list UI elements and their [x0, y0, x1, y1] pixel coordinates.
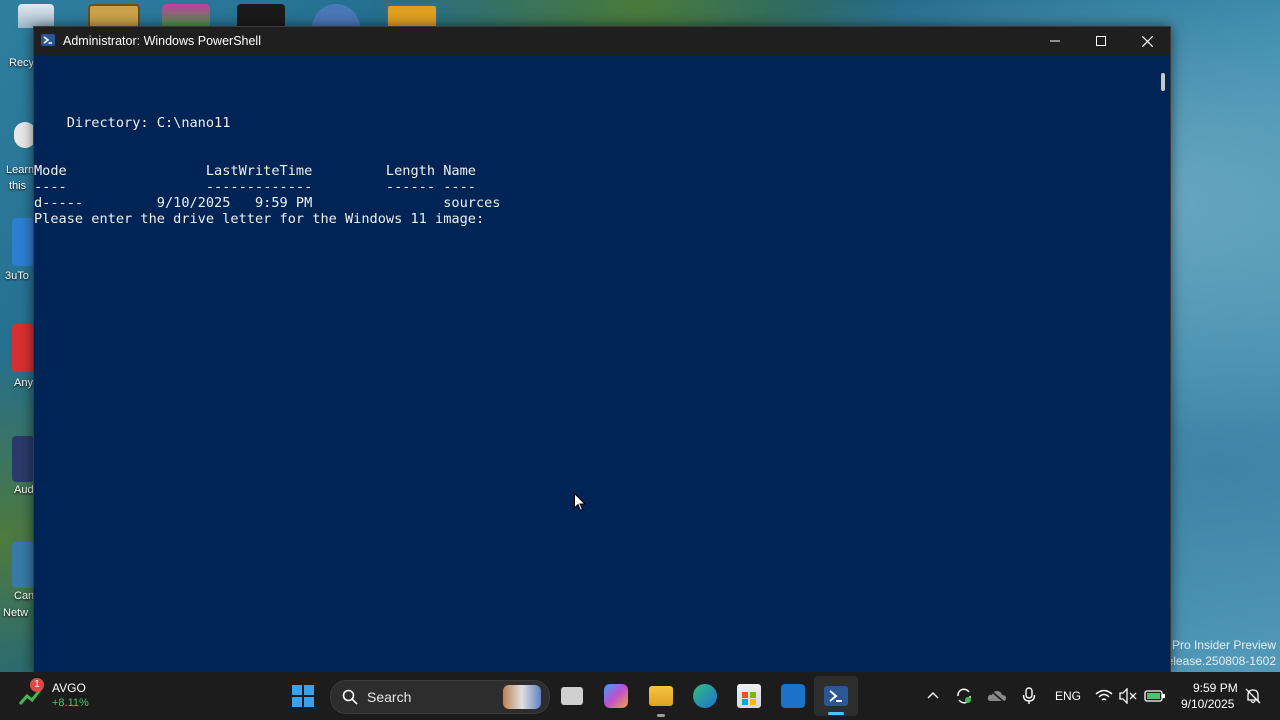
store-tile: [742, 699, 748, 705]
desktop-label[interactable]: 3uTo: [5, 270, 29, 282]
recycle-bin-icon[interactable]: [18, 4, 54, 28]
stock-ticker: AVGO: [52, 681, 86, 695]
wifi-icon[interactable]: [1095, 689, 1113, 703]
desktop-label[interactable]: Netw: [3, 607, 28, 619]
clock-date[interactable]: 9/10/2025: [1181, 697, 1234, 711]
stock-badge: 1: [30, 678, 44, 692]
clock-time[interactable]: 9:59 PM: [1193, 681, 1238, 695]
minimize-button[interactable]: [1032, 27, 1078, 55]
window-title: Administrator: Windows PowerShell: [63, 34, 261, 48]
search-highlight-icon: [503, 685, 541, 709]
windows-watermark: Pro Insider Preview elease.250808-1602: [1167, 638, 1276, 668]
console-scrollbar[interactable]: [1156, 55, 1170, 673]
search-icon: [342, 689, 358, 705]
stock-change: +8.11%: [52, 697, 89, 709]
desktop-app-icon[interactable]: [12, 542, 34, 588]
active-indicator: [828, 712, 844, 715]
desktop-label[interactable]: Any: [14, 377, 33, 389]
search-label: Search: [367, 689, 412, 705]
console-output[interactable]: Directory: C:\nano11 Mode LastWriteTime …: [34, 55, 1156, 673]
language-indicator[interactable]: ENG: [1055, 689, 1081, 703]
console-line-prompt: Please enter the drive letter for the Wi…: [34, 211, 485, 227]
windows-start-icon[interactable]: [291, 684, 315, 708]
task-view-icon[interactable]: [561, 687, 583, 705]
maximize-icon: [1096, 36, 1106, 46]
stock-widget[interactable]: 1 AVGO +8.11%: [18, 678, 98, 714]
outlook-icon[interactable]: [781, 684, 805, 708]
maximize-button[interactable]: [1078, 27, 1124, 55]
desktop-label[interactable]: Recy: [9, 57, 34, 69]
desktop-app-icon[interactable]: [12, 218, 34, 266]
desktop-label[interactable]: Learn: [6, 164, 34, 176]
powershell-icon: [41, 34, 55, 46]
microphone-icon[interactable]: [1022, 687, 1036, 705]
taskbar-powershell-button[interactable]: [814, 676, 858, 716]
desktop-label[interactable]: Can: [14, 590, 34, 602]
desktop-app-icon[interactable]: [12, 436, 34, 482]
watermark-line: Pro Insider Preview: [1171, 638, 1276, 652]
running-indicator: [657, 714, 665, 717]
watermark-line: elease.250808-1602: [1166, 654, 1276, 668]
onedrive-offline-icon[interactable]: [987, 688, 1007, 704]
desktop-app-icon[interactable]: [312, 4, 360, 28]
notification-bell-icon[interactable]: [1245, 688, 1261, 704]
window-titlebar[interactable]: Administrator: Windows PowerShell: [34, 27, 1170, 55]
desktop-label[interactable]: this: [9, 180, 26, 192]
store-tile: [750, 699, 756, 705]
speaker-muted-icon[interactable]: [1119, 688, 1137, 704]
console-line-row: d----- 9/10/2025 9:59 PM sources: [34, 195, 501, 211]
minimize-icon: [1050, 40, 1060, 42]
sync-icon[interactable]: [955, 687, 973, 705]
store-tile: [750, 692, 756, 698]
mouse-cursor-icon: [574, 493, 586, 512]
scrollbar-thumb[interactable]: [1161, 73, 1165, 91]
store-tile: [742, 692, 748, 698]
close-button[interactable]: [1124, 27, 1170, 55]
taskbar-search-box[interactable]: Search: [330, 680, 550, 714]
nvidia-icon[interactable]: [237, 4, 285, 28]
powershell-icon: [824, 686, 848, 706]
copilot-icon[interactable]: [604, 684, 628, 708]
desktop-app-icon[interactable]: [12, 324, 34, 372]
powershell-window[interactable]: Administrator: Windows PowerShell Direct…: [33, 26, 1171, 674]
microsoft-store-icon[interactable]: [737, 684, 761, 708]
battery-charging-icon[interactable]: [1144, 689, 1166, 703]
console-line-separator: ---- ------------- ------ ----: [34, 179, 476, 195]
show-hidden-icons-chevron-icon[interactable]: [927, 690, 939, 702]
desktop-label[interactable]: Aud: [14, 484, 34, 496]
console-line-header: Mode LastWriteTime Length Name: [34, 163, 476, 179]
close-icon: [1141, 35, 1153, 47]
file-explorer-icon[interactable]: [649, 686, 673, 706]
edge-icon[interactable]: [693, 684, 717, 708]
console-line-directory: Directory: C:\nano11: [34, 115, 231, 131]
taskbar: 1 AVGO +8.11% Search ENG 9:59 PM 9/10/20…: [0, 672, 1280, 720]
desktop-app-icon[interactable]: [162, 4, 210, 28]
